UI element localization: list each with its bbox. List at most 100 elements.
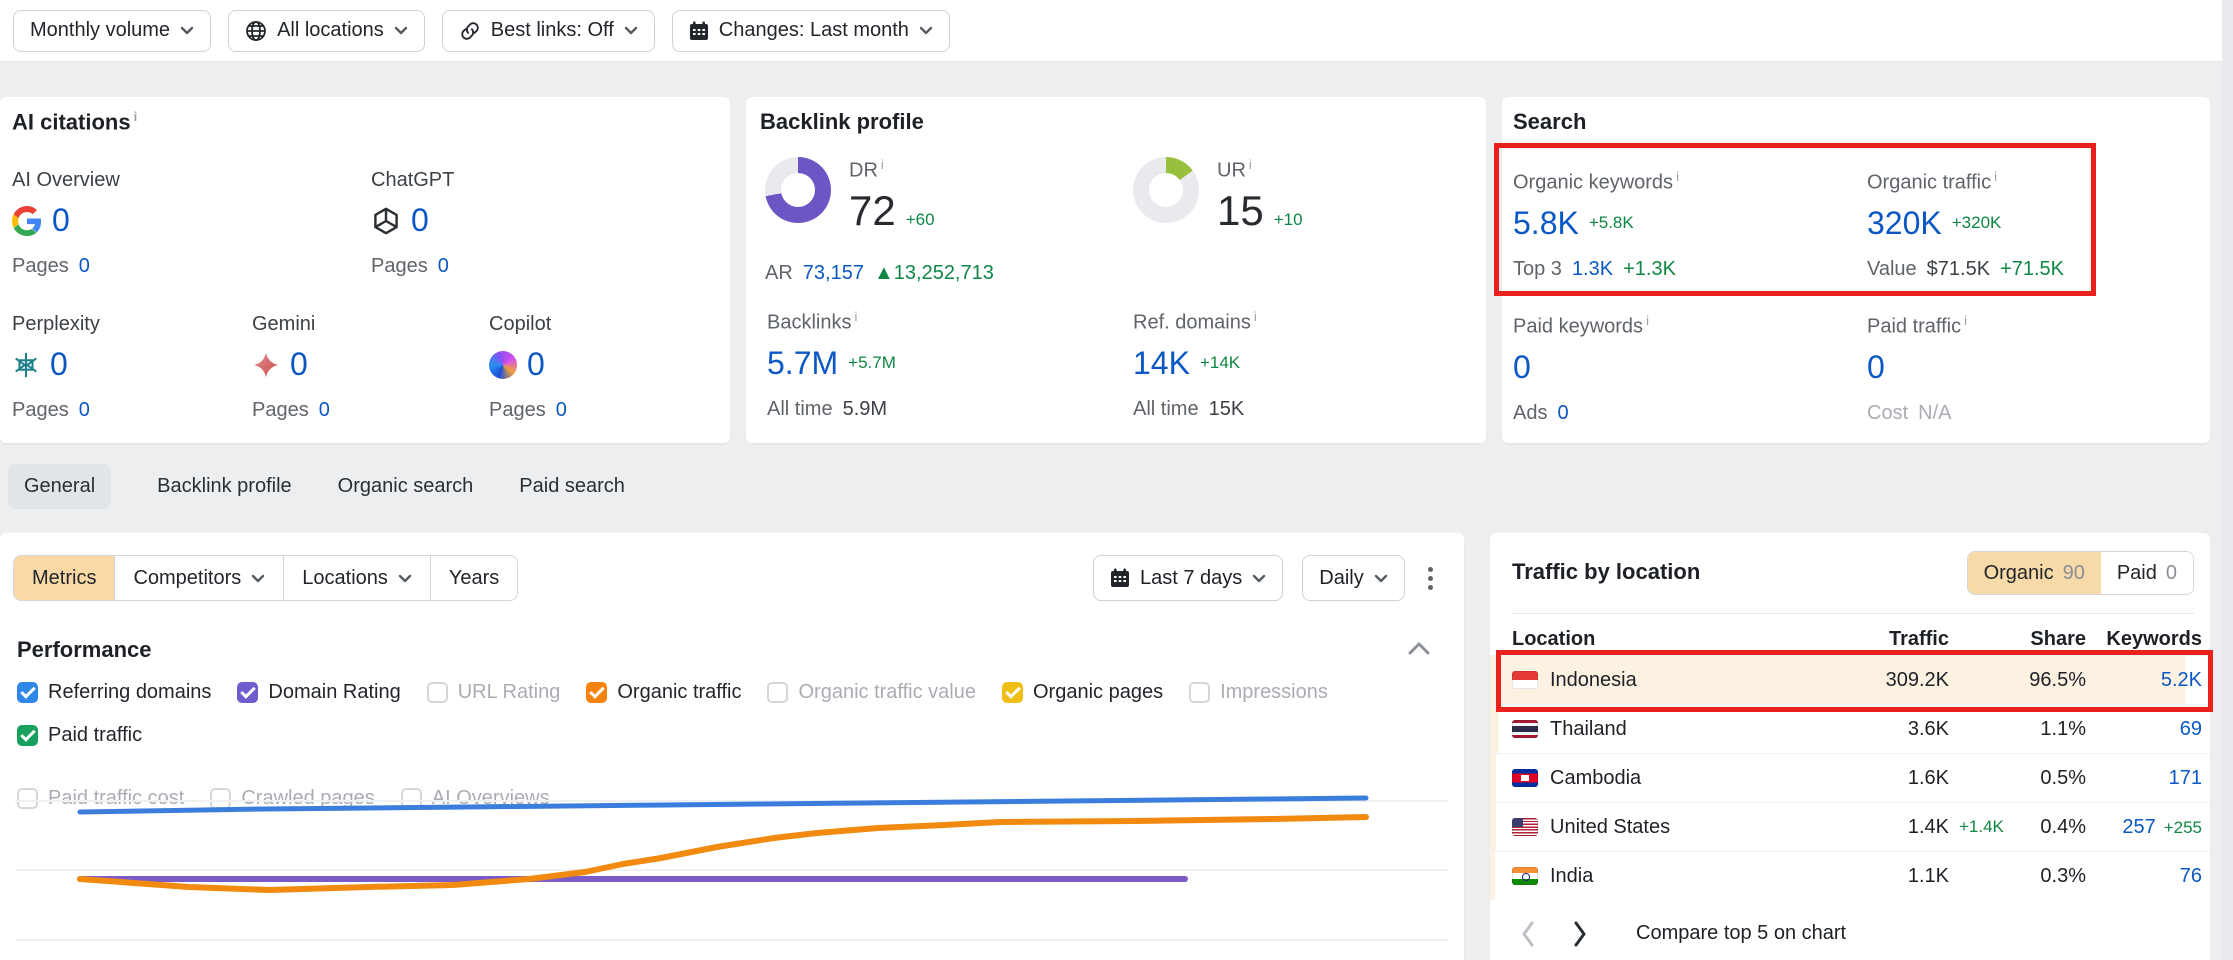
pages-count-link[interactable]: 0 [79,255,90,278]
ar-value-link[interactable]: 73,157 [803,262,864,285]
column-keywords: Keywords [2086,628,2202,651]
keywords-count-link[interactable]: 5.2K [2161,669,2202,692]
ads-count-link[interactable]: 0 [1557,402,1568,425]
tab-general[interactable]: General [8,464,111,509]
info-icon[interactable]: i [1994,169,1997,184]
checkbox-referring-domains[interactable]: Referring domains [17,681,211,704]
chevron-down-icon [398,574,412,583]
pages-count-link[interactable]: 0 [438,255,449,278]
monthly-volume-dropdown[interactable]: Monthly volume [13,10,211,52]
info-icon[interactable]: i [854,309,857,324]
checkbox-organic-pages[interactable]: Organic pages [1002,681,1163,704]
keywords-count-link[interactable]: 171 [2169,767,2202,790]
checkbox-box[interactable] [1189,682,1210,703]
date-range-dropdown[interactable]: Last 7 days [1093,555,1283,601]
best-links-dropdown[interactable]: Best links: Off [442,10,655,52]
paid-keywords-label: Paid keywordsi [1513,313,1813,339]
filters-toolbar: Monthly volume All locations Best links:… [0,0,2222,62]
info-icon[interactable]: i [134,109,138,124]
checkbox-paid-traffic[interactable]: Paid traffic [17,724,142,747]
info-icon[interactable]: i [1964,313,1967,328]
checkbox-box[interactable] [1002,682,1023,703]
top3-value-link[interactable]: 1.3K [1572,258,1613,281]
table-row-cambodia[interactable]: Cambodia 1.6K 0.5% 171 [1490,753,2210,802]
paid-traffic-label: Paid traffici [1867,313,2167,339]
share-bar [1490,852,1495,900]
info-icon[interactable]: i [1676,169,1679,184]
segment-competitors[interactable]: Competitors [114,556,283,600]
table-row-united-states[interactable]: United States 1.4K+1.4K 0.4% 257+255 [1490,802,2210,851]
perplexity-icon [12,351,40,379]
table-row-india[interactable]: India 1.1K 0.3% 76 [1490,851,2210,900]
ref-domains-delta: +14K [1200,353,1240,373]
cost-value: N/A [1918,402,1951,425]
keywords-count-link[interactable]: 257 [2122,816,2155,839]
table-row-indonesia[interactable]: Indonesia 309.2K 96.5% 5.2K [1490,655,2210,704]
checkbox-url-rating[interactable]: URL Rating [427,681,561,704]
backlinks-value[interactable]: 5.7M [767,345,838,382]
backlink-profile-card: Backlink profile DRi 72 +60 AR 73,157 ▲1… [746,97,1486,443]
tab-organic-search[interactable]: Organic search [338,475,474,498]
checkbox-box[interactable] [17,725,38,746]
traffic-by-location-title: Traffic by location [1512,559,1700,585]
collapse-section-chevron-up-icon[interactable] [1408,641,1430,655]
copilot-metric: Copilot 0 Pages0 [489,313,724,422]
share-value: 1.1% [1949,718,2086,741]
chart-range-controls: Last 7 days Daily [1093,555,1432,601]
pages-count-link[interactable]: 0 [319,399,330,422]
ref-domains-value[interactable]: 14K [1133,345,1190,382]
organic-traffic-value[interactable]: 320K [1867,205,1942,242]
traffic-value: 1.4K [1908,816,1949,838]
flag-india-icon [1512,867,1538,885]
info-icon[interactable]: i [1249,157,1252,172]
info-icon[interactable]: i [881,157,884,172]
table-row-thailand[interactable]: Thailand 3.6K 1.1% 69 [1490,704,2210,753]
locations-filter-dropdown[interactable]: All locations [228,10,425,52]
previous-page-chevron-icon[interactable] [1520,921,1536,947]
checkbox-impressions[interactable]: Impressions [1189,681,1328,704]
changes-period-dropdown[interactable]: Changes: Last month [672,10,950,52]
organic-keywords-value[interactable]: 5.8K [1513,205,1579,242]
gemini-metric: Gemini 0 Pages0 [252,313,487,422]
tab-paid-search[interactable]: Paid search [519,475,625,498]
info-icon[interactable]: i [1254,309,1257,324]
info-icon[interactable]: i [1646,313,1649,328]
ai-overview-value: 0 [52,202,70,239]
calendar-icon [689,21,709,41]
share-bar [1490,754,1496,802]
keywords-count-link[interactable]: 69 [2180,718,2202,741]
checkbox-box[interactable] [17,682,38,703]
pages-count-link[interactable]: 0 [79,399,90,422]
chevron-down-icon [394,26,408,35]
keywords-count-link[interactable]: 76 [2180,865,2202,888]
segment-metrics[interactable]: Metrics [14,556,114,600]
checkbox-organic-traffic[interactable]: Organic traffic [586,681,741,704]
granularity-dropdown[interactable]: Daily [1302,555,1404,601]
search-title: Search [1513,109,1586,135]
checkbox-box[interactable] [586,682,607,703]
pages-label: Pages [371,255,428,278]
segment-years[interactable]: Years [430,556,517,600]
scrollbar-gutter[interactable] [2222,0,2233,960]
checkbox-box[interactable] [767,682,788,703]
pages-count-link[interactable]: 0 [556,399,567,422]
compare-top5-link[interactable]: Compare top 5 on chart [1636,922,1846,945]
backlinks-delta: +5.7M [848,353,896,373]
dashboard-screen: Monthly volume All locations Best links:… [0,0,2233,960]
pages-label: Pages [12,255,69,278]
toggle-paid[interactable]: Paid0 [2101,552,2193,594]
tab-backlink-profile[interactable]: Backlink profile [157,475,292,498]
checkbox-box[interactable] [237,682,258,703]
toggle-organic[interactable]: Organic90 [1968,552,2101,594]
more-options-kebab-icon[interactable] [1424,563,1432,594]
segment-locations[interactable]: Locations [283,556,430,600]
chevron-down-icon [1252,574,1266,583]
checkbox-domain-rating[interactable]: Domain Rating [237,681,400,704]
checkbox-organic-traffic-value[interactable]: Organic traffic value [767,681,976,704]
pages-label: Pages [252,399,309,422]
next-page-chevron-icon[interactable] [1572,921,1588,947]
performance-section-title: Performance [17,637,152,663]
ai-citations-card: AI citationsi AI Overview 0 Pages0 ChatG… [0,97,730,443]
gemini-value: 0 [290,346,308,383]
checkbox-box[interactable] [427,682,448,703]
